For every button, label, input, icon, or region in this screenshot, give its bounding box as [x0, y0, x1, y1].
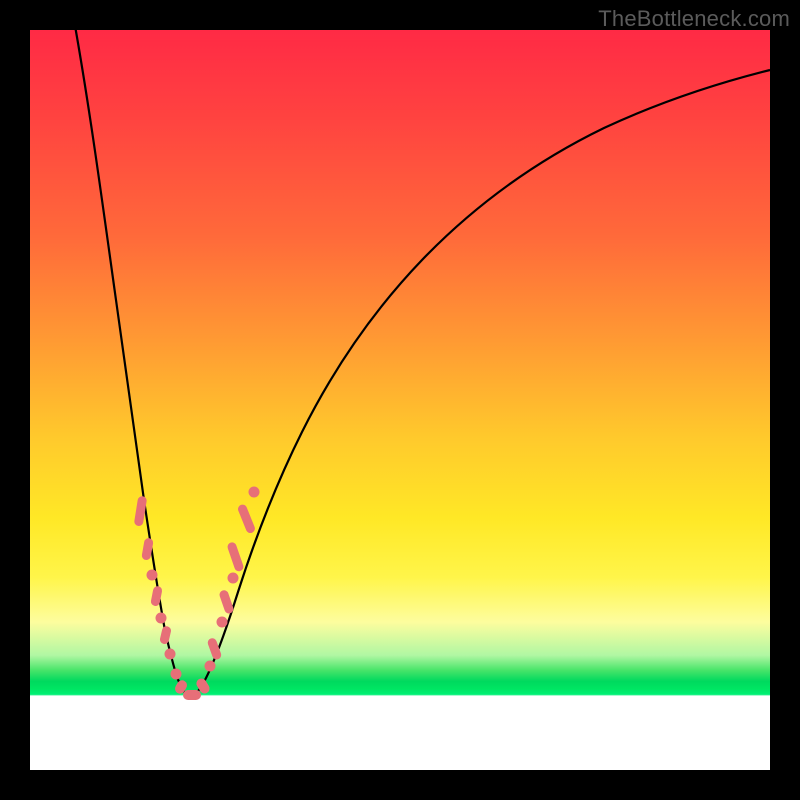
bottleneck-curve	[74, 20, 770, 696]
marker-dot	[249, 487, 260, 498]
marker-dot	[205, 661, 216, 672]
marker-dot	[156, 613, 167, 624]
marker-dot	[165, 649, 176, 660]
watermark-text: TheBottleneck.com	[598, 6, 790, 32]
marker-group	[134, 487, 260, 701]
chart-frame: TheBottleneck.com	[0, 0, 800, 800]
marker-dot	[228, 573, 239, 584]
marker-dot	[226, 541, 244, 572]
marker-dot	[206, 637, 222, 661]
marker-dot	[237, 503, 257, 534]
plot-area	[30, 30, 770, 770]
marker-dot	[147, 570, 158, 581]
marker-dot	[171, 669, 182, 680]
marker-dot	[217, 617, 228, 628]
marker-dot	[218, 589, 234, 615]
marker-dot	[159, 625, 172, 645]
marker-dot	[183, 690, 201, 700]
curve-layer	[30, 30, 770, 770]
